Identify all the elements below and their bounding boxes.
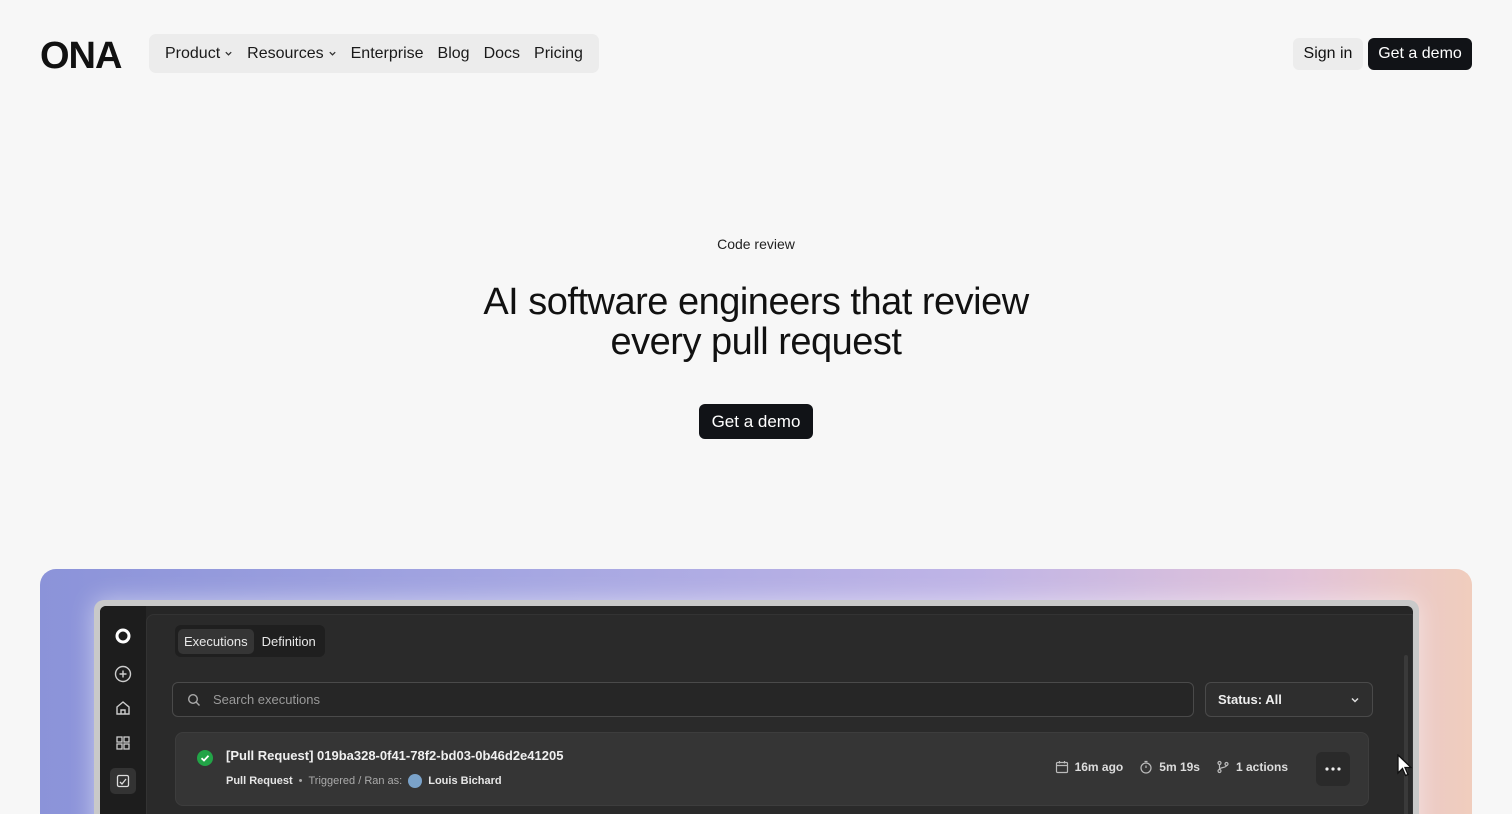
product-showcase: Executions Definition Status: All [Pull … — [40, 569, 1472, 814]
tab-executions[interactable]: Executions — [178, 628, 254, 654]
execution-subtitle: Pull Request • Triggered / Ran as: Louis… — [226, 774, 502, 788]
execution-type: Pull Request — [226, 775, 293, 787]
nav-resources[interactable]: Resources — [247, 45, 336, 63]
status-filter-select[interactable]: Status: All — [1205, 682, 1373, 717]
execution-title[interactable]: [Pull Request] 019ba328-0f41-78f2-bd03-0… — [226, 748, 563, 763]
trigger-label: Triggered / Ran as: — [308, 775, 403, 787]
search-bar — [172, 682, 1194, 717]
tab-definition[interactable]: Definition — [256, 629, 322, 654]
ellipsis-icon — [1325, 767, 1341, 771]
execution-user: Louis Bichard — [428, 775, 502, 787]
nav-enterprise[interactable]: Enterprise — [351, 45, 424, 63]
nav-docs[interactable]: Docs — [484, 45, 520, 63]
svg-text:ONA: ONA — [40, 36, 122, 72]
executions-panel: Executions Definition Status: All [Pull … — [146, 614, 1413, 814]
plus-circle-icon[interactable] — [113, 664, 133, 684]
tab-bar: Executions Definition — [175, 625, 325, 657]
ona-logo-icon[interactable] — [113, 626, 133, 646]
main-nav: Product Resources Enterprise Blog Docs P… — [149, 34, 599, 73]
home-icon[interactable] — [113, 698, 133, 718]
avatar — [408, 774, 423, 788]
success-check-icon — [197, 750, 213, 766]
chevron-down-icon — [225, 51, 232, 56]
scrollbar[interactable] — [1404, 655, 1408, 814]
headline-line-1: AI software engineers that review — [483, 281, 1029, 323]
duration: 5m 19s — [1159, 760, 1200, 774]
search-icon — [187, 693, 200, 706]
meta-time: 16m ago — [1055, 760, 1124, 774]
chevron-down-icon — [1351, 697, 1359, 703]
nav-pricing[interactable]: Pricing — [534, 45, 583, 63]
meta-actions: 1 actions — [1216, 760, 1288, 774]
hero-demo-button[interactable]: Get a demo — [699, 404, 813, 439]
nav-blog[interactable]: Blog — [438, 45, 470, 63]
automation-icon[interactable] — [110, 768, 136, 794]
app-screenshot-frame: Executions Definition Status: All [Pull … — [94, 600, 1419, 814]
time-ago: 16m ago — [1074, 760, 1124, 774]
meta-duration: 5m 19s — [1139, 760, 1200, 774]
timer-icon — [1140, 760, 1152, 774]
get-demo-button[interactable]: Get a demo — [1368, 38, 1472, 70]
execution-meta: 16m ago 5m 19s 1 actions — [1055, 760, 1288, 774]
execution-row[interactable]: [Pull Request] 019ba328-0f41-78f2-bd03-0… — [175, 732, 1369, 806]
nav-product[interactable]: Product — [165, 45, 233, 63]
hero-eyebrow: Code review — [717, 236, 795, 252]
branch-icon — [1217, 760, 1229, 774]
app-window: Executions Definition Status: All [Pull … — [100, 606, 1413, 814]
search-input[interactable] — [213, 692, 1113, 707]
ona-logo[interactable]: ONA — [40, 36, 130, 72]
mouse-cursor-icon — [1397, 754, 1413, 777]
nav-product-label: Product — [165, 44, 221, 62]
calendar-icon — [1055, 761, 1068, 774]
grid-icon[interactable] — [113, 733, 133, 753]
dot-separator: • — [298, 775, 303, 787]
sign-in-button[interactable]: Sign in — [1293, 38, 1363, 70]
actions-count: 1 actions — [1235, 760, 1288, 774]
headline-line-2: every pull request — [610, 321, 902, 363]
app-sidebar — [100, 606, 146, 814]
hero-headline: AI software engineers that review every … — [0, 282, 1512, 362]
status-filter-label: Status: All — [1218, 692, 1282, 707]
nav-resources-label: Resources — [247, 44, 324, 62]
chevron-down-icon — [328, 51, 336, 56]
more-options-button[interactable] — [1316, 752, 1350, 786]
